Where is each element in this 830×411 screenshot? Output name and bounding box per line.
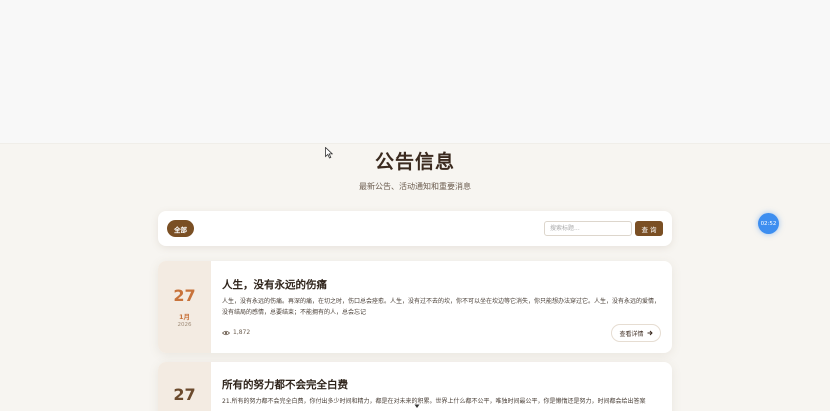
- date-year: 2026: [177, 322, 192, 328]
- search-input[interactable]: [544, 221, 632, 236]
- chevron-down-icon[interactable]: [414, 404, 420, 409]
- arrow-right-icon: [647, 330, 653, 336]
- date-day: 27: [173, 385, 196, 404]
- timer-badge[interactable]: 02:52: [758, 213, 779, 234]
- filter-all-button[interactable]: 全部: [167, 220, 194, 237]
- date-day: 27: [173, 286, 196, 305]
- eye-icon: [222, 330, 230, 335]
- view-details-button[interactable]: 查看详情: [611, 324, 661, 342]
- date-block: 27: [158, 362, 211, 411]
- card-title[interactable]: 人生，没有永远的伤痛: [222, 277, 327, 292]
- announcement-card[interactable]: 27 1月 2026 人生，没有永远的伤痛 人生，没有永远的伤痛。再深的痛，在切…: [158, 261, 672, 353]
- search-button[interactable]: 查 询: [635, 221, 663, 236]
- view-details-label: 查看详情: [619, 330, 644, 338]
- date-block: 27 1月 2026: [158, 261, 211, 353]
- view-count: 1,872: [222, 329, 250, 336]
- page-subtitle: 最新公告、活动通知和重要消息: [359, 182, 471, 191]
- top-banner-area: [0, 0, 830, 144]
- date-month: 1月: [178, 313, 191, 321]
- card-excerpt: 21.所有的努力都不会完全白费，你付出多少时间和精力，都是在对未来的积累。世界上…: [222, 398, 646, 405]
- card-excerpt: 人生，没有永远的伤痛。再深的痛，在切之时，伤口总会痊愈。人生，没有过不去的坎，你…: [222, 298, 661, 316]
- view-count-value: 1,872: [233, 329, 251, 336]
- filter-toolbar: 全部 查 询: [158, 211, 672, 246]
- page-title: 公告信息: [374, 151, 455, 173]
- card-title[interactable]: 所有的努力都不会完全白费: [222, 377, 348, 392]
